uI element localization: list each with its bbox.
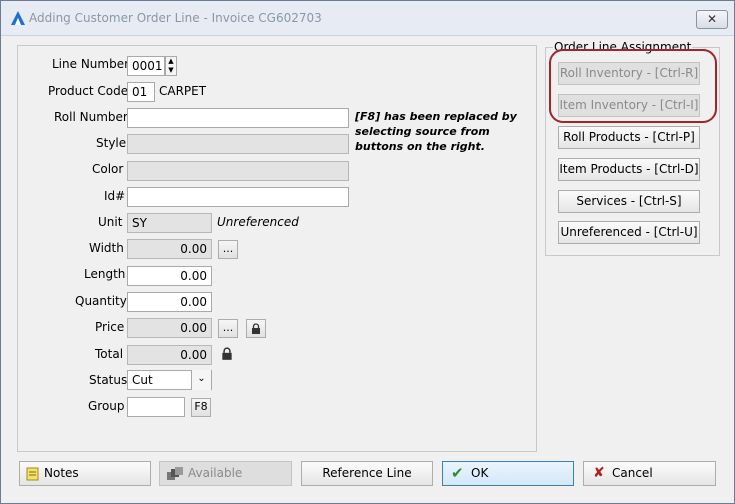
length-input[interactable]: 0.00 — [127, 266, 212, 286]
price-label: Price — [95, 320, 125, 334]
price-lock-button[interactable] — [246, 319, 266, 338]
status-label: Status — [89, 373, 128, 387]
dialog-window: Adding Customer Order Line - Invoice CG6… — [0, 0, 735, 504]
item-products-button[interactable]: Item Products - [Ctrl-D] — [558, 158, 700, 181]
group-f8-button[interactable]: F8 — [191, 398, 211, 417]
id-label: Id# — [104, 189, 126, 203]
unreferenced-button[interactable]: Unreferenced - [Ctrl-U] — [558, 221, 700, 244]
stack-icon — [167, 467, 183, 480]
group-input[interactable] — [127, 397, 185, 417]
width-lookup-button[interactable]: ... — [218, 240, 238, 259]
cancel-button-label: Cancel — [612, 466, 653, 480]
total-label: Total — [95, 347, 124, 361]
length-label: Length — [84, 267, 126, 281]
spin-up-icon[interactable]: ▲ — [166, 57, 176, 66]
reference-line-label: Reference Line — [322, 466, 412, 480]
note-icon — [26, 467, 39, 481]
app-logo-icon — [11, 11, 25, 25]
window-title: Adding Customer Order Line - Invoice CG6… — [29, 11, 322, 25]
total-lock-icon[interactable] — [220, 347, 238, 365]
checkmark-icon: ✔ — [451, 464, 464, 482]
ok-button-label: OK — [471, 466, 489, 480]
unit-status-text: Unreferenced — [217, 215, 299, 229]
color-field — [127, 161, 349, 181]
line-number-spinner[interactable]: ▲ ▼ — [165, 56, 177, 76]
group-label: Group — [88, 399, 125, 413]
title-bar: Adding Customer Order Line - Invoice CG6… — [1, 1, 734, 36]
lock-icon — [252, 323, 260, 334]
roll-number-label: Roll Number — [54, 110, 128, 124]
f8-replacement-note: [F8] has been replaced by selecting sour… — [355, 110, 517, 153]
close-x-icon: ✘ — [593, 465, 605, 481]
quantity-label: Quantity — [75, 294, 127, 308]
price-lookup-button[interactable]: ... — [218, 319, 238, 338]
cancel-button[interactable]: ✘ Cancel — [583, 461, 716, 486]
inventory-highlight-annotation — [549, 49, 717, 123]
close-button[interactable]: ✕ — [696, 10, 728, 29]
width-field: 0.00 — [127, 239, 212, 259]
notes-button[interactable]: Notes — [19, 461, 151, 486]
style-label: Style — [96, 136, 127, 150]
spin-down-icon[interactable]: ▼ — [166, 66, 176, 75]
chevron-down-icon[interactable]: ⌄ — [191, 370, 211, 390]
style-field — [127, 134, 349, 154]
notes-button-label: Notes — [44, 466, 79, 480]
unit-label: Unit — [98, 215, 123, 229]
product-code-label: Product Code — [48, 84, 129, 98]
unit-field: SY — [127, 213, 212, 233]
roll-products-button[interactable]: Roll Products - [Ctrl-P] — [558, 126, 700, 149]
product-name-text: CARPET — [159, 84, 207, 98]
roll-number-input[interactable] — [127, 108, 349, 128]
quantity-input[interactable]: 0.00 — [127, 292, 212, 312]
width-label: Width — [89, 241, 124, 255]
available-button-label: Available — [188, 466, 243, 480]
line-number-input[interactable]: 0001 — [127, 56, 165, 76]
color-label: Color — [92, 162, 124, 176]
product-code-input[interactable]: 01 — [127, 82, 155, 102]
services-button[interactable]: Services - [Ctrl-S] — [558, 190, 700, 213]
total-field: 0.00 — [127, 345, 212, 365]
available-button[interactable]: Available — [159, 461, 292, 486]
line-number-label: Line Number — [52, 57, 130, 71]
reference-line-button[interactable]: Reference Line — [301, 461, 433, 486]
ok-button[interactable]: ✔ OK — [442, 461, 574, 486]
price-field: 0.00 — [127, 318, 212, 338]
id-input[interactable] — [127, 187, 349, 207]
